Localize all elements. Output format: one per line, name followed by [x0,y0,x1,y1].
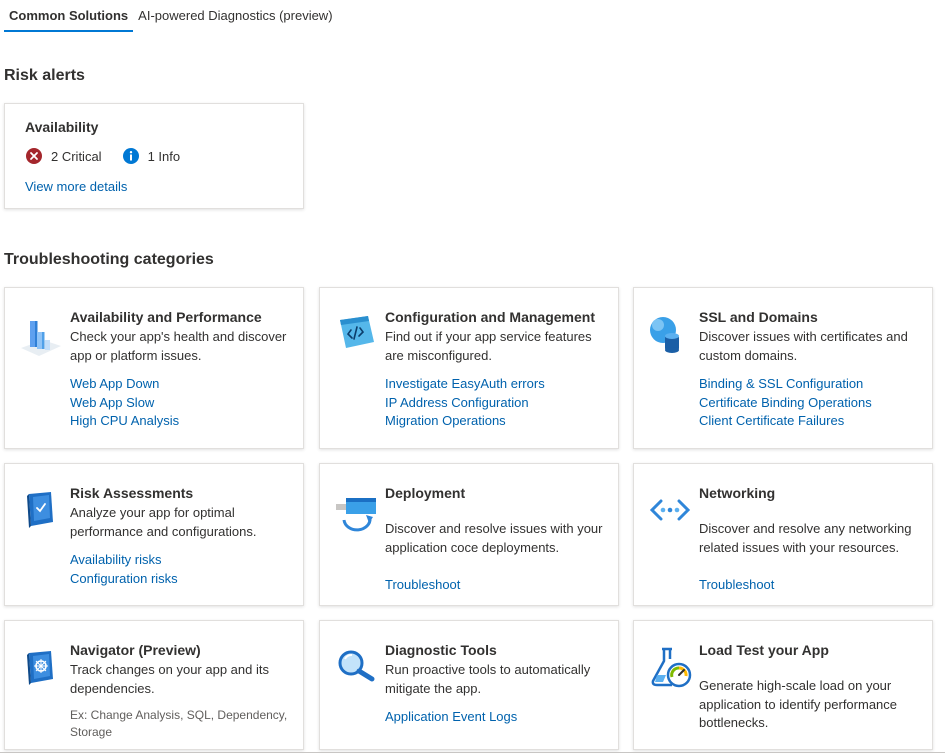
risk-card-title: Availability [25,119,99,135]
risk-counts: 2 Critical 1 Info [25,147,283,165]
category-card-load-test: Load Test your App Generate high-scale l… [633,620,933,750]
client-certificate-failures-link[interactable]: Client Certificate Failures [699,412,922,431]
info-label: 1 Info [147,148,181,164]
ip-address-configuration-link[interactable]: IP Address Configuration [385,394,608,413]
category-card-ssl-domains: SSL and Domains Discover issues with cer… [633,287,933,449]
horizontal-scrollbar-track[interactable] [0,752,945,753]
category-card-diagnostic-tools: Diagnostic Tools Run proactive tools to … [319,620,619,750]
category-description: Track changes on your app and its depend… [70,662,269,696]
category-card-configuration-management: Configuration and Management Find out if… [319,287,619,449]
category-title: Navigator (Preview) [70,642,201,658]
view-more-details-link[interactable]: View more details [25,179,283,194]
category-title: Availability and Performance [70,309,262,325]
certificate-binding-operations-link[interactable]: Certificate Binding Operations [699,394,922,413]
category-description: Check your app's health and discover app… [70,329,287,363]
category-title: SSL and Domains [699,309,818,325]
navigator-icon [27,651,53,685]
category-description: Find out if your app service features ar… [385,329,592,363]
web-app-slow-link[interactable]: Web App Slow [70,394,293,413]
category-description: Discover and resolve issues with your ap… [385,521,603,555]
critical-label: 2 Critical [51,148,102,164]
category-title: Diagnostic Tools [385,642,497,658]
category-card-availability-performance: Availability and Performance Check your … [4,287,304,449]
critical-error-icon [26,148,42,164]
category-description: Analyze your app for optimal performance… [70,505,257,539]
category-title: Networking [699,485,776,501]
availability-performance-icon [21,321,61,356]
web-app-down-link[interactable]: Web App Down [70,375,293,394]
high-cpu-analysis-link[interactable]: High CPU Analysis [70,412,293,431]
networking-troubleshoot-link[interactable]: Troubleshoot [699,576,922,595]
category-card-navigator: Navigator (Preview) Track changes on you… [4,620,304,750]
risk-alerts-heading: Risk alerts [4,67,85,84]
risk-assessment-book-icon [27,492,53,528]
category-description: Run proactive tools to automatically mit… [385,662,591,696]
risk-alert-card-availability: Availability 2 Critical 1 Info View more… [4,103,304,209]
tab-ai-powered-diagnostics[interactable]: AI-powered Diagnostics (preview) [133,0,337,32]
category-description: Generate high-scale load on your applica… [699,678,898,730]
magnifier-icon [338,650,375,682]
ssl-domains-icon [650,317,679,353]
investigate-easyauth-errors-link[interactable]: Investigate EasyAuth errors [385,375,608,394]
tab-bar: Common Solutions AI-powered Diagnostics … [4,0,338,32]
category-description: Discover issues with certificates and cu… [699,329,908,363]
deployment-icon [336,498,376,532]
load-test-flask-icon [651,647,692,688]
tab-common-solutions[interactable]: Common Solutions [4,0,134,32]
migration-operations-link[interactable]: Migration Operations [385,412,608,431]
category-hint: Ex: Change Analysis, SQL, Dependency, St… [70,708,288,739]
category-card-deployment: Deployment Discover and resolve issues w… [319,463,619,606]
deployment-troubleshoot-link[interactable]: Troubleshoot [385,576,608,595]
configuration-management-icon [340,316,374,348]
category-card-networking: Networking Discover and resolve any netw… [633,463,933,606]
binding-ssl-configuration-link[interactable]: Binding & SSL Configuration [699,375,922,394]
troubleshooting-categories-heading: Troubleshooting categories [4,251,214,268]
category-description: Discover and resolve any networking rela… [699,521,912,555]
category-title: Configuration and Management [385,309,595,325]
category-card-risk-assessments: Risk Assessments Analyze your app for op… [4,463,304,606]
availability-risks-link[interactable]: Availability risks [70,551,293,570]
networking-icon [649,499,691,521]
info-count: 1 Info [122,147,181,165]
category-title: Load Test your App [699,642,829,658]
info-icon [122,148,139,164]
category-title: Risk Assessments [70,485,194,501]
configuration-risks-link[interactable]: Configuration risks [70,570,293,589]
critical-count: 2 Critical [25,147,102,165]
category-title: Deployment [385,485,466,501]
application-event-logs-link[interactable]: Application Event Logs [385,708,608,727]
